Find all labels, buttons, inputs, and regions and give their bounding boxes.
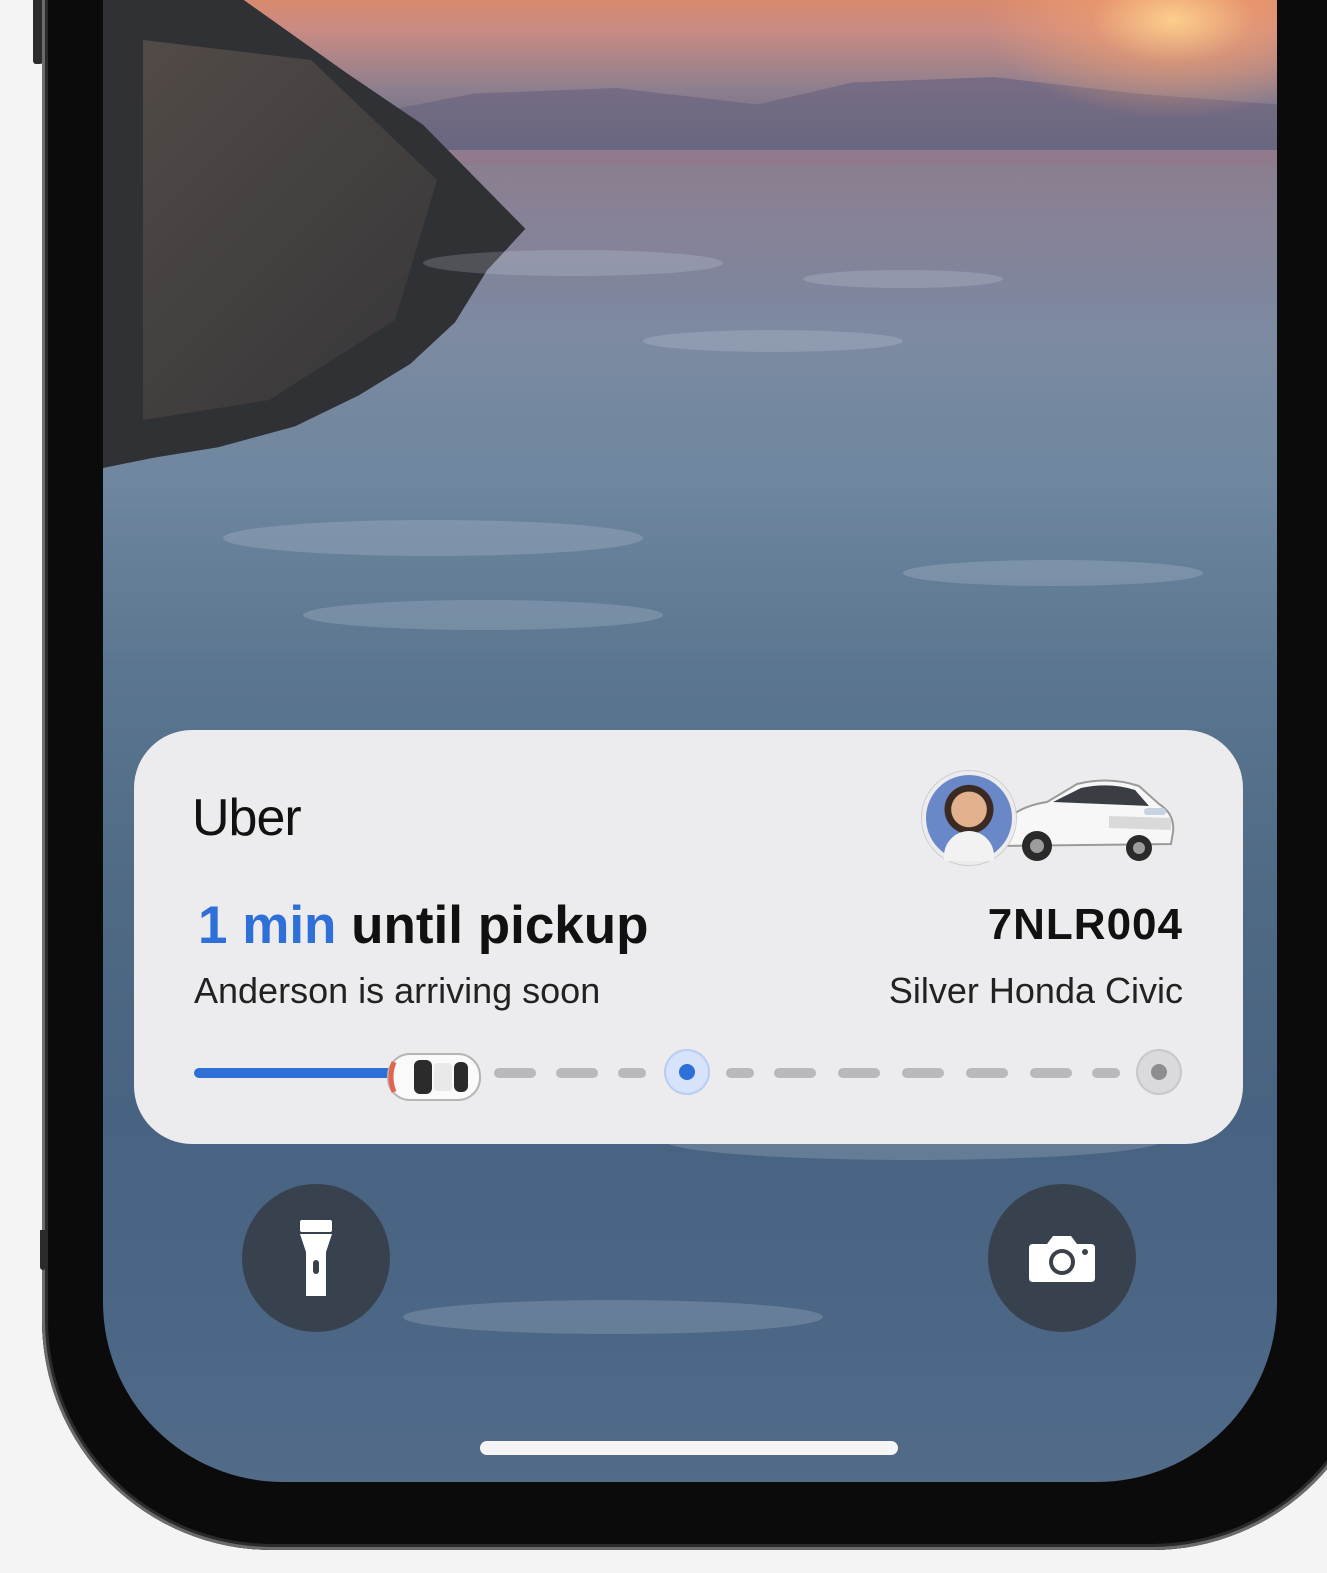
- wave: [803, 270, 1003, 288]
- route-dash: [966, 1068, 1008, 1078]
- camera-button[interactable]: [988, 1184, 1136, 1332]
- home-indicator[interactable]: [480, 1441, 898, 1455]
- route-dash: [902, 1068, 944, 1078]
- route-dash: [726, 1068, 754, 1078]
- progress-fill: [194, 1068, 412, 1078]
- vehicle-description: Silver Honda Civic: [888, 970, 1183, 1011]
- wave: [303, 600, 663, 630]
- wave: [423, 250, 723, 276]
- driver-and-vehicle: [919, 766, 1184, 866]
- camera-icon: [1029, 1236, 1095, 1282]
- route-dash: [556, 1068, 598, 1078]
- flashlight-button[interactable]: [242, 1184, 390, 1332]
- car-marker-icon: [387, 1053, 481, 1101]
- avatar-shirt: [944, 831, 994, 861]
- route-dash: [1092, 1068, 1120, 1078]
- flashlight-icon: [300, 1220, 332, 1296]
- app-logo: Uber: [192, 789, 302, 847]
- eta-value: 1 min: [198, 896, 337, 955]
- wave: [903, 560, 1203, 586]
- route-dash: [1030, 1068, 1072, 1078]
- wave: [643, 330, 903, 352]
- license-plate: 7NLR004: [987, 900, 1183, 949]
- route-dash: [618, 1068, 646, 1078]
- wave: [403, 1300, 823, 1334]
- volume-button: [40, 1230, 46, 1270]
- vehicle-image: [998, 779, 1175, 861]
- uber-live-activity[interactable]: Uber 1 min until pickup Anderson is arri…: [134, 730, 1243, 1144]
- trip-progress: [194, 1048, 1184, 1101]
- destination-point-icon: [1136, 1049, 1182, 1095]
- pickup-point-icon: [664, 1049, 710, 1095]
- route-dash: [838, 1068, 880, 1078]
- driver-status: Anderson is arriving soon: [194, 970, 601, 1011]
- driver-avatar: [922, 771, 1016, 865]
- pickup-eta: 1 min until pickup: [198, 895, 649, 956]
- wave: [223, 520, 643, 556]
- sunset-glow: [983, 0, 1277, 120]
- route-dash: [494, 1068, 536, 1078]
- eta-suffix: until pickup: [336, 896, 649, 955]
- route-dash: [774, 1068, 816, 1078]
